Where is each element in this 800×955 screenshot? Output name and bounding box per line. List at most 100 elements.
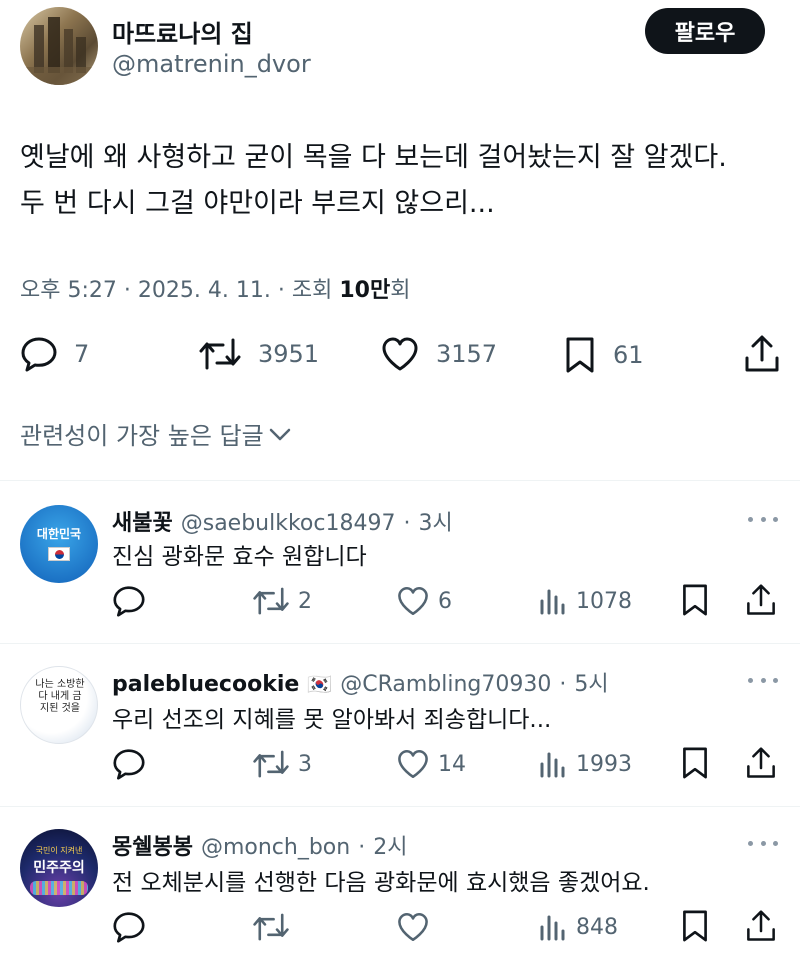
retweet-count: 3: [298, 751, 312, 777]
bookmark-icon: [680, 746, 710, 780]
bookmark-action[interactable]: 61: [563, 336, 644, 374]
views-prefix: 조회: [291, 278, 333, 303]
reply-display-name[interactable]: 새불꽃: [112, 505, 173, 537]
author-handle[interactable]: @matrenin_dvor: [112, 50, 311, 78]
share-icon: [745, 583, 777, 617]
reply-views-action[interactable]: 1993: [538, 748, 632, 780]
bookmark-count: 61: [613, 341, 644, 369]
avatar-text: 나는 소방한다 내게 금지된 것을: [35, 679, 85, 714]
tweet-meta: 오후 5:27 · 2025. 4. 11. · 조회 10만회: [20, 278, 411, 303]
tweet-text: 옛날에 왜 사형하고 굳이 목을 다 보는데 걸어놨는지 잘 알겠다. 두 번 …: [20, 135, 790, 227]
author-display-name[interactable]: 마뜨료나의 집: [112, 14, 253, 49]
reply-retweet-action[interactable]: 3: [252, 748, 312, 780]
tweet-text-line: 옛날에 왜 사형하고 굳이 목을 다 보는데 걸어놨는지 잘 알겠다.: [20, 142, 727, 173]
avatar-top-text: 국민이 지켜낸: [35, 846, 83, 855]
reply-icon: [20, 336, 58, 372]
reply-reply-action[interactable]: [112, 911, 154, 943]
reply-text: 우리 선조의 지혜를 못 알아봐서 죄송합니다...: [112, 707, 552, 733]
retweet-count: 3951: [258, 340, 320, 368]
retweet-action[interactable]: 3951: [198, 336, 319, 372]
like-count: 6: [438, 588, 452, 614]
views-chart-icon: [538, 585, 568, 617]
reply-item[interactable]: 국민이 지켜낸 민주주의 몽쉘봉봉 @monch_bon · 2시 전 오체분시…: [0, 807, 800, 955]
views-count: 1078: [576, 588, 632, 614]
reply-text: 진심 광화문 효수 원합니다: [112, 544, 367, 570]
reply-like-action[interactable]: 14: [396, 748, 466, 780]
reply-time[interactable]: 2시: [373, 829, 407, 861]
tweet-time[interactable]: 오후 5:27: [20, 278, 117, 303]
reply-display-name[interactable]: palebluecookie: [112, 672, 299, 697]
avatar-text: 민주주의: [33, 860, 85, 876]
tweet-text-line: 두 번 다시 그걸 야만이라 부르지 않으리...: [20, 188, 495, 219]
reply-count: 7: [74, 340, 90, 368]
reply-avatar[interactable]: 국민이 지켜낸 민주주의: [20, 829, 98, 907]
reply-bookmark-button[interactable]: [680, 746, 710, 780]
reply-like-action[interactable]: [396, 911, 438, 943]
reply-item[interactable]: 대한민국 새불꽃 @saebulkkoc18497 · 3시 진심 광화문 효수…: [0, 481, 800, 643]
like-count: 3157: [436, 340, 498, 368]
chevron-down-icon: [268, 424, 292, 444]
reply-icon: [112, 585, 146, 617]
avatar-text: 대한민국: [36, 527, 82, 541]
heart-icon: [380, 336, 420, 372]
reply-handle[interactable]: @saebulkkoc18497: [181, 511, 396, 536]
reply-retweet-action[interactable]: 2: [252, 585, 312, 617]
reply-retweet-action[interactable]: [252, 911, 298, 943]
reply-share-button[interactable]: [745, 746, 777, 780]
heart-icon: [396, 748, 430, 780]
reply-time[interactable]: 3시: [418, 505, 452, 537]
reply-reply-action[interactable]: [112, 748, 154, 780]
reply-views-action[interactable]: 848: [538, 911, 618, 943]
views-count: 848: [576, 914, 618, 940]
reply-handle[interactable]: @monch_bon: [201, 835, 350, 860]
reply-bookmark-button[interactable]: [680, 909, 710, 943]
views-chart-icon: [538, 748, 568, 780]
reply-time[interactable]: 5시: [574, 666, 608, 698]
retweet-icon: [252, 585, 290, 617]
reply-avatar[interactable]: 대한민국: [20, 505, 98, 583]
more-options-icon[interactable]: [748, 675, 778, 685]
reply-reply-action[interactable]: [112, 585, 154, 617]
views-count: 1993: [576, 751, 632, 777]
retweet-icon: [252, 748, 290, 780]
share-button[interactable]: [743, 334, 781, 374]
retweet-icon: [198, 336, 242, 372]
reply-share-button[interactable]: [745, 583, 777, 617]
share-icon: [745, 746, 777, 780]
flag-emoji: 🇰🇷: [307, 672, 333, 696]
author-avatar[interactable]: [20, 7, 98, 85]
reply-icon: [112, 911, 146, 943]
bookmark-icon: [680, 909, 710, 943]
reply-sort-label: 관련성이 가장 높은 답글: [20, 422, 264, 450]
heart-icon: [396, 585, 430, 617]
reply-like-action[interactable]: 6: [396, 585, 452, 617]
bookmark-icon: [563, 336, 597, 374]
share-icon: [743, 334, 781, 374]
views-suffix: 회: [390, 278, 411, 303]
reply-avatar[interactable]: 나는 소방한다 내게 금지된 것을: [20, 666, 98, 744]
reply-icon: [112, 748, 146, 780]
reply-views-action[interactable]: 1078: [538, 585, 632, 617]
views-chart-icon: [538, 911, 568, 943]
follow-button[interactable]: 팔로우: [645, 8, 765, 54]
like-count: 14: [438, 751, 466, 777]
reply-item[interactable]: 나는 소방한다 내게 금지된 것을 palebluecookie 🇰🇷 @CRa…: [0, 644, 800, 806]
flag-icon: [48, 547, 70, 561]
reply-sort-dropdown[interactable]: 관련성이 가장 높은 답글: [20, 416, 292, 451]
more-options-icon[interactable]: [748, 514, 778, 524]
tweet-date[interactable]: 2025. 4. 11.: [138, 278, 271, 303]
reply-bookmark-button[interactable]: [680, 583, 710, 617]
more-options-icon[interactable]: [748, 838, 778, 848]
bookmark-icon: [680, 583, 710, 617]
reply-handle[interactable]: @CRambling70930: [340, 672, 551, 697]
reply-text: 전 오체분시를 선행한 다음 광화문에 효시했음 좋겠어요.: [112, 870, 650, 896]
share-icon: [745, 909, 777, 943]
retweet-count: 2: [298, 588, 312, 614]
reply-display-name[interactable]: 몽쉘봉봉: [112, 829, 193, 861]
reply-share-button[interactable]: [745, 909, 777, 943]
retweet-icon: [252, 911, 290, 943]
reply-action[interactable]: 7: [20, 336, 89, 372]
heart-icon: [396, 911, 430, 943]
views-count: 10만: [339, 278, 391, 303]
like-action[interactable]: 3157: [380, 336, 497, 372]
